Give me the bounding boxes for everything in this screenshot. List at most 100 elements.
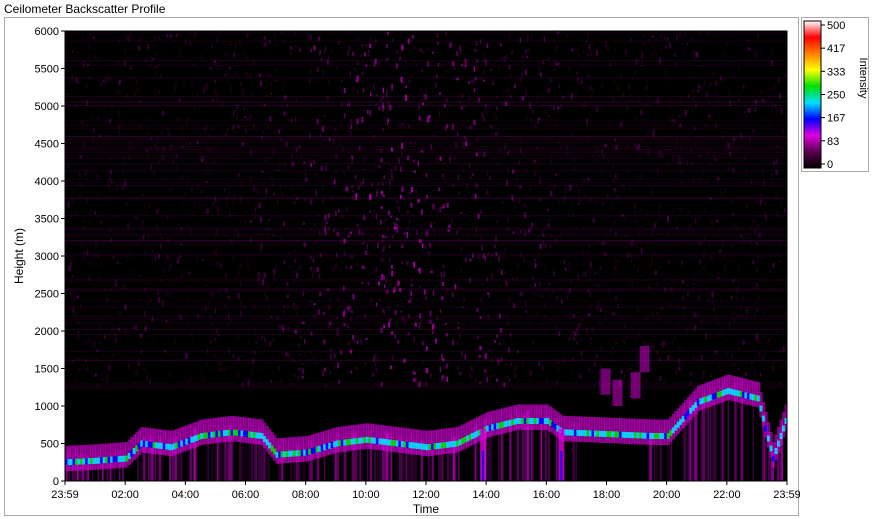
noise-speckle	[721, 279, 724, 283]
noise-speckle	[328, 305, 331, 310]
noise-speckle	[568, 287, 571, 294]
noise-speckle	[364, 362, 367, 366]
noise-speckle	[624, 325, 627, 328]
noise-speckle	[440, 271, 443, 278]
noise-speckle	[253, 351, 256, 354]
noise-speckle	[639, 205, 642, 212]
noise-speckle	[456, 341, 459, 347]
noise-band	[65, 170, 787, 172]
noise-speckle	[81, 183, 84, 187]
noise-speckle	[317, 67, 319, 72]
y-tick-label: 5500	[35, 64, 59, 76]
noise-speckle	[224, 273, 227, 280]
noise-speckle	[281, 351, 283, 355]
noise-speckle	[648, 264, 651, 269]
noise-speckle	[260, 216, 263, 223]
noise-speckle	[776, 145, 778, 148]
noise-speckle	[187, 311, 189, 317]
noise-speckle	[670, 114, 673, 117]
noise-speckle	[510, 334, 513, 339]
noise-speckle	[569, 269, 572, 272]
noise-speckle	[257, 236, 260, 241]
noise-speckle	[199, 54, 202, 60]
noise-speckle	[508, 297, 511, 304]
noise-speckle	[545, 380, 548, 384]
noise-speckle	[457, 326, 460, 330]
noise-speckle	[125, 202, 128, 205]
noise-speckle	[258, 202, 261, 209]
noise-band	[65, 290, 787, 292]
noise-speckle	[321, 142, 324, 146]
noise-speckle	[238, 373, 240, 378]
noise-speckle	[115, 279, 117, 283]
noise-speckle	[245, 129, 248, 134]
noise-speckle	[291, 357, 293, 362]
noise-speckle	[290, 334, 292, 339]
noise-speckle	[309, 34, 312, 40]
noise-speckle	[340, 102, 343, 106]
noise-speckle	[229, 41, 232, 47]
noise-speckle	[157, 146, 160, 152]
noise-speckle	[716, 33, 719, 38]
noise-speckle	[389, 183, 391, 189]
noise-speckle	[432, 330, 434, 335]
noise-speckle	[87, 45, 90, 51]
noise-speckle	[231, 240, 234, 244]
noise-speckle	[526, 38, 529, 42]
noise-speckle	[742, 123, 744, 127]
noise-speckle	[269, 40, 271, 44]
noise-speckle	[380, 273, 384, 280]
noise-speckle	[780, 201, 782, 205]
noise-speckle	[114, 333, 117, 337]
noise-speckle	[583, 225, 585, 230]
noise-speckle	[127, 252, 130, 259]
noise-speckle	[268, 306, 270, 312]
noise-band	[65, 184, 787, 186]
noise-speckle	[83, 45, 85, 51]
noise-speckle	[548, 66, 551, 71]
noise-speckle	[365, 250, 368, 256]
noise-speckle	[228, 348, 230, 354]
noise-speckle	[657, 156, 660, 161]
noise-speckle	[255, 207, 257, 212]
noise-speckle	[548, 281, 551, 286]
noise-speckle	[450, 219, 453, 224]
noise-speckle	[405, 57, 407, 64]
noise-speckle	[439, 92, 441, 95]
noise-speckle	[681, 262, 683, 267]
noise-speckle	[103, 194, 105, 198]
noise-speckle	[745, 46, 748, 49]
noise-speckle	[357, 263, 359, 266]
noise-band	[65, 142, 787, 144]
noise-speckle	[206, 169, 210, 176]
noise-speckle	[77, 80, 80, 84]
noise-speckle	[728, 321, 731, 328]
noise-speckle	[736, 226, 739, 230]
noise-speckle	[691, 37, 694, 43]
noise-speckle	[623, 225, 625, 231]
noise-speckle	[542, 233, 545, 237]
noise-speckle	[530, 36, 533, 41]
noise-speckle	[397, 339, 400, 344]
noise-speckle	[571, 202, 573, 205]
noise-speckle	[176, 115, 179, 122]
noise-speckle	[174, 341, 177, 344]
noise-speckle	[350, 118, 353, 124]
noise-speckle	[423, 289, 426, 295]
noise-speckle	[754, 107, 757, 113]
noise-speckle	[232, 201, 234, 205]
noise-speckle	[355, 38, 357, 42]
noise-speckle	[531, 222, 533, 227]
noise-speckle	[459, 100, 461, 104]
noise-speckle	[209, 67, 212, 71]
noise-speckle	[76, 295, 79, 299]
noise-speckle	[405, 85, 408, 89]
noise-speckle	[285, 196, 287, 199]
noise-speckle	[425, 367, 429, 374]
noise-speckle	[240, 310, 242, 317]
noise-speckle	[764, 99, 766, 105]
noise-speckle	[564, 196, 566, 202]
noise-speckle	[158, 90, 160, 93]
noise-speckle	[211, 44, 213, 49]
noise-speckle	[492, 80, 494, 85]
